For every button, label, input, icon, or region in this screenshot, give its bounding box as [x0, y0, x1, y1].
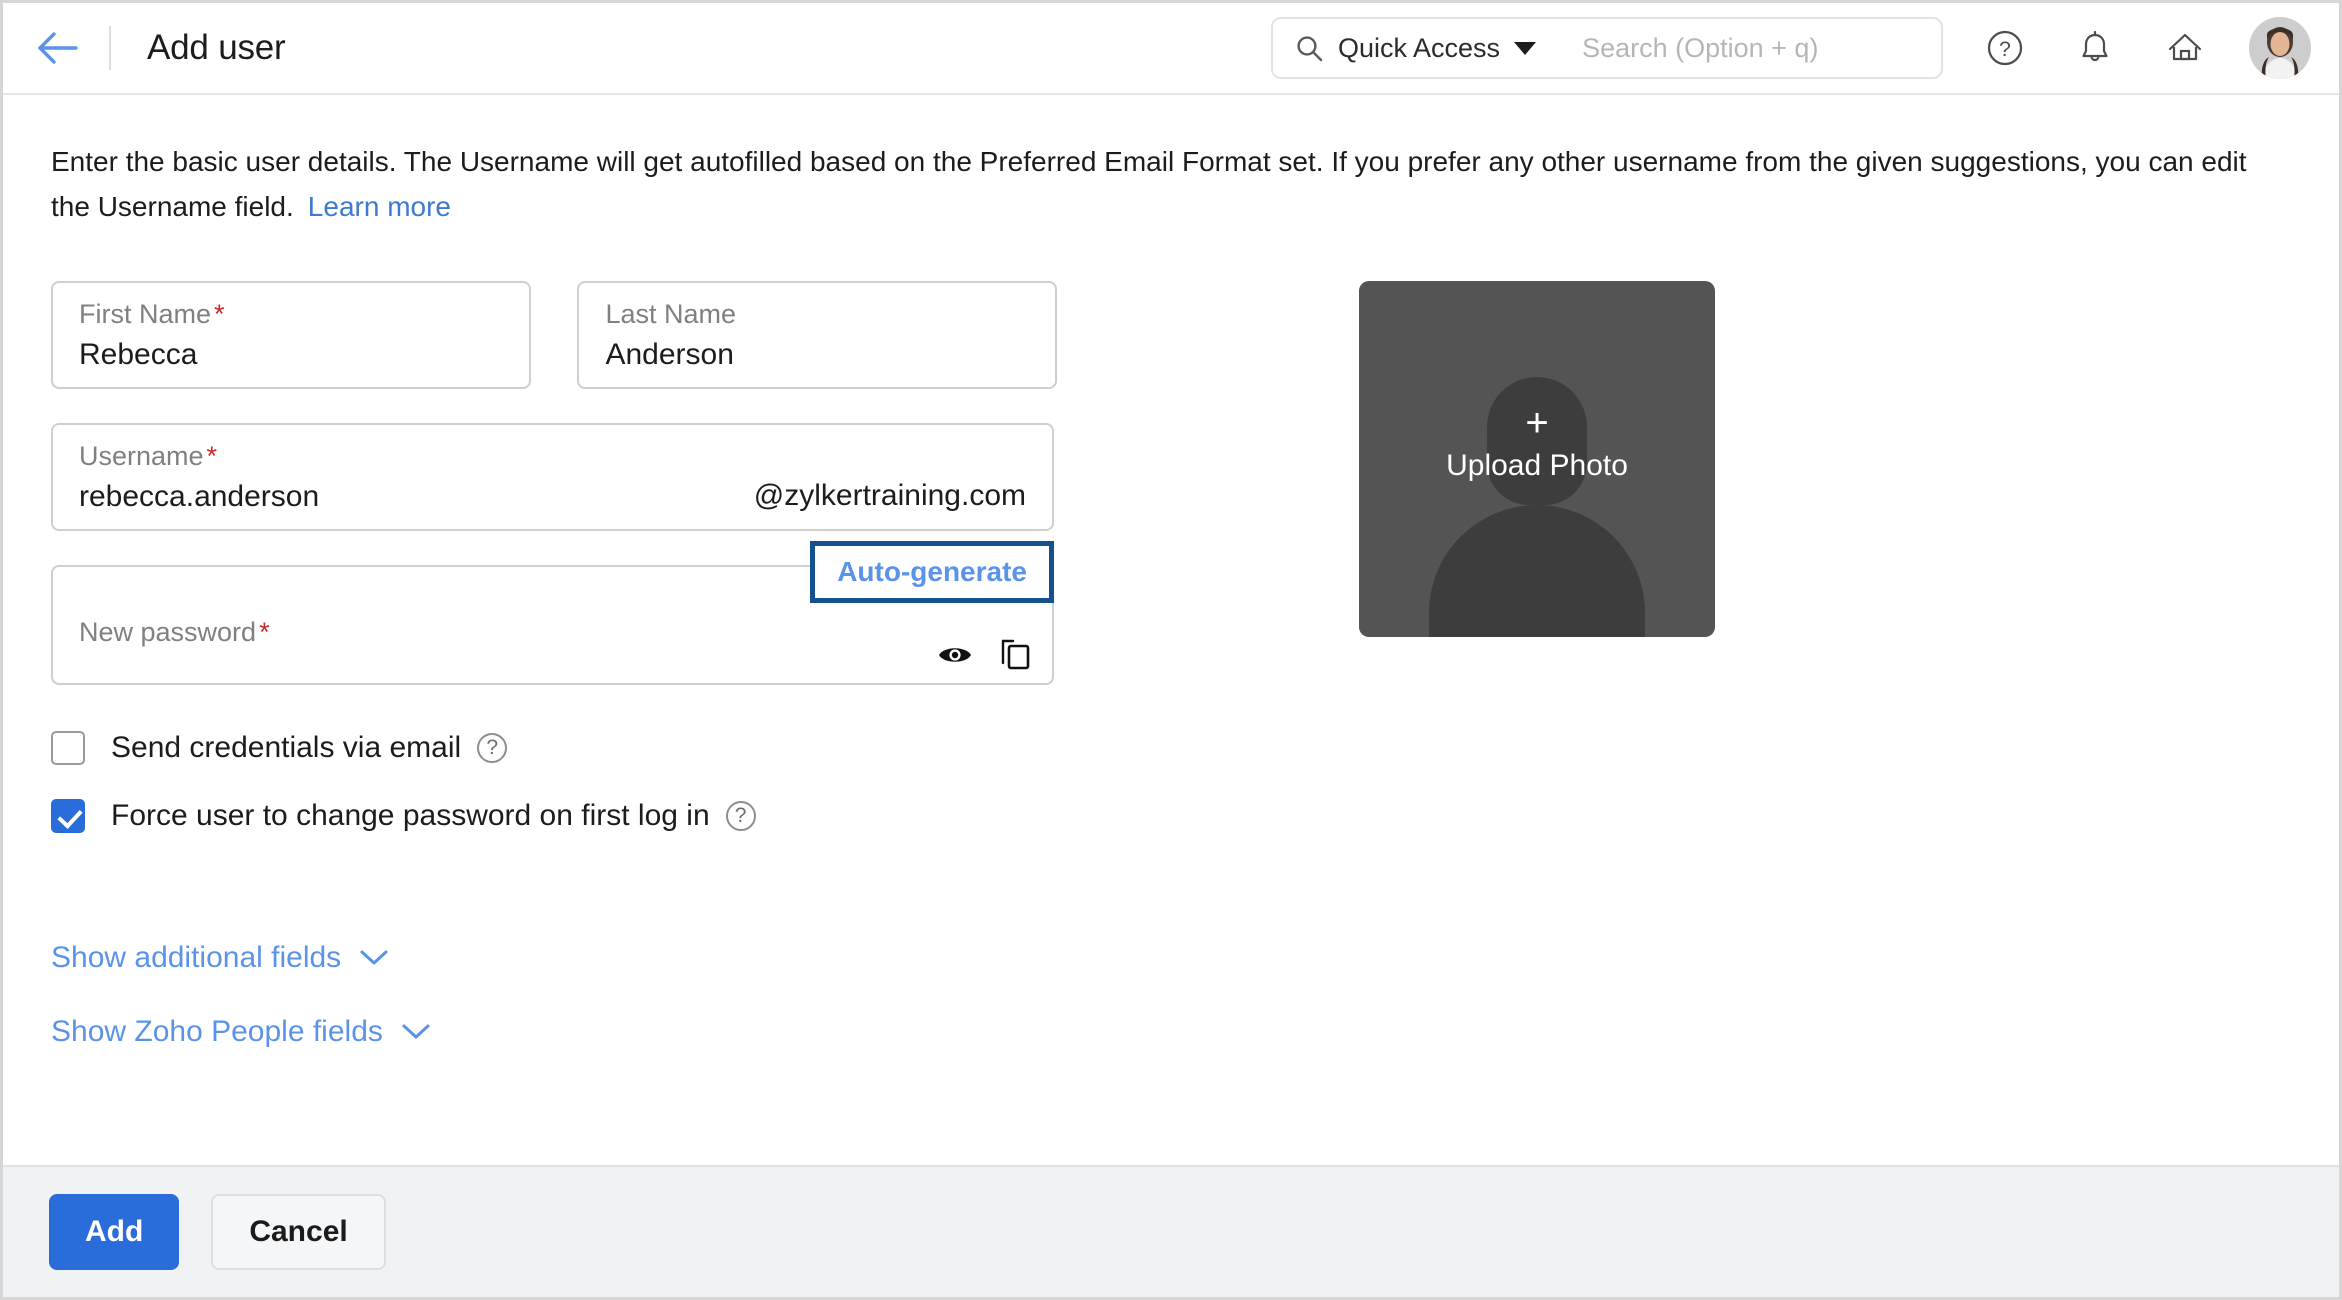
help-icon[interactable]: ? [477, 733, 508, 763]
send-credentials-row: Send credentials via email ? [51, 731, 1211, 765]
show-additional-fields-toggle[interactable]: Show additional fields [51, 941, 389, 975]
first-name-label-text: First Name [79, 299, 212, 329]
search-icon [1295, 34, 1324, 63]
upload-photo-button[interactable]: + Upload Photo [1359, 281, 1715, 637]
eye-icon[interactable] [938, 643, 972, 667]
svg-text:?: ? [1999, 38, 2011, 61]
required-marker: * [206, 441, 218, 471]
app-header: Add user Quick Access Search (Option + q… [3, 3, 2339, 95]
cancel-button[interactable]: Cancel [211, 1194, 386, 1270]
home-icon[interactable] [2157, 20, 2213, 76]
username-domain-suffix: @zylkertraining.com [753, 479, 1026, 512]
form-body: Enter the basic user details. The Userna… [3, 95, 2339, 1165]
header-divider [109, 26, 111, 70]
learn-more-link[interactable]: Learn more [308, 191, 451, 222]
chevron-down-icon [359, 949, 389, 967]
send-credentials-checkbox[interactable] [51, 731, 85, 765]
back-arrow-icon[interactable] [35, 25, 81, 71]
last-name-input[interactable] [605, 333, 1030, 377]
last-name-label: Last Name [605, 297, 1029, 331]
form-and-photo-row: First Name* Last Name Username* [51, 281, 2291, 1049]
last-name-field[interactable]: Last Name [577, 281, 1058, 389]
new-password-label-text: New password [79, 617, 257, 647]
search-input[interactable] [1580, 31, 1953, 65]
intro-text: Enter the basic user details. The Userna… [51, 95, 2291, 229]
notifications-bell-icon[interactable] [2067, 20, 2123, 76]
new-password-field[interactable]: New password * Auto-generate [51, 541, 1054, 685]
help-icon[interactable]: ? [1977, 20, 2033, 76]
show-zoho-people-fields-toggle[interactable]: Show Zoho People fields [51, 1015, 431, 1049]
quick-access-label: Quick Access [1338, 32, 1501, 63]
upload-photo-label: Upload Photo [1446, 449, 1628, 482]
form-footer: Add Cancel [3, 1165, 2339, 1297]
new-password-label: New password * [79, 617, 270, 648]
required-marker: * [214, 299, 225, 329]
first-name-field[interactable]: First Name * [51, 281, 531, 389]
page-title: Add user [147, 28, 286, 67]
name-row: First Name* Last Name [51, 281, 1211, 389]
username-field[interactable]: Username* @zylkertraining.com [51, 423, 1054, 531]
force-password-change-checkbox[interactable] [51, 799, 85, 833]
auto-generate-label: Auto-generate [837, 556, 1027, 587]
first-name-label: First Name * [79, 297, 503, 331]
chevron-down-icon [401, 1023, 431, 1041]
send-credentials-label: Send credentials via email [111, 731, 462, 764]
help-icon[interactable]: ? [725, 801, 756, 831]
username-label: Username * [79, 439, 1026, 473]
required-marker: * [259, 617, 270, 647]
add-button[interactable]: Add [49, 1194, 180, 1270]
show-zoho-people-fields-label: Show Zoho People fields [51, 1015, 383, 1048]
photo-column: + Upload Photo [1359, 281, 1715, 1049]
form-fields-column: First Name* Last Name Username* [51, 281, 1211, 1049]
username-input[interactable] [79, 475, 648, 519]
show-additional-fields-label: Show additional fields [51, 941, 342, 974]
copy-icon[interactable] [1000, 639, 1030, 671]
global-search-bar[interactable]: Quick Access [1271, 17, 1953, 79]
username-label-text: Username [79, 441, 204, 471]
user-avatar[interactable] [2249, 17, 2311, 79]
quick-access-dropdown[interactable]: Quick Access [1324, 32, 1537, 64]
first-name-input[interactable] [79, 333, 503, 377]
force-password-change-row: Force user to change password on first l… [51, 799, 1211, 833]
chevron-down-icon [1514, 41, 1537, 55]
force-password-change-label: Force user to change password on first l… [111, 799, 710, 832]
password-action-icons [938, 639, 1030, 671]
last-name-label-text: Last Name [605, 299, 737, 329]
auto-generate-button[interactable]: Auto-generate [810, 541, 1054, 603]
plus-icon: + [1525, 401, 1549, 445]
header-right-group: Quick Access ? [1271, 17, 2339, 79]
add-user-page: Add user Quick Access Search (Option + q… [0, 0, 2342, 1300]
